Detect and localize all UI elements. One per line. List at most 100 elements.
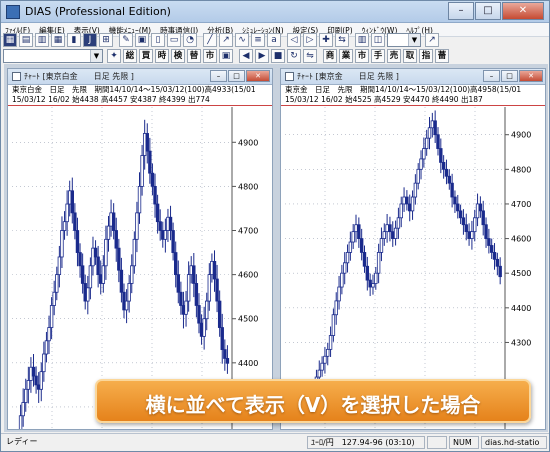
- candle-body: [470, 231, 474, 239]
- symbol-select[interactable]: ▼: [3, 49, 103, 63]
- minimize-button[interactable]: –: [448, 2, 474, 20]
- candle-body: [475, 203, 480, 219]
- expand-icon[interactable]: ▷: [303, 33, 317, 47]
- candle-body: [55, 274, 59, 293]
- chart-info: 東京金 日足 先限 期間14/10/14～15/03/12(100)高4958(…: [281, 85, 545, 106]
- calendar-icon[interactable]: ▣: [135, 33, 149, 47]
- candle-body: [478, 203, 483, 212]
- close-button[interactable]: ✕: [519, 70, 543, 82]
- pie-icon[interactable]: ◔: [183, 33, 197, 47]
- bars-icon[interactable]: ≡: [251, 33, 265, 47]
- bar-chart-icon[interactable]: ▮: [67, 33, 81, 47]
- maximize-button[interactable]: □: [501, 70, 518, 82]
- toolbar-kanji-4[interactable]: 検: [171, 49, 185, 63]
- candle-body: [135, 212, 139, 240]
- status-server: dias.hd-statio: [481, 436, 547, 449]
- chart-window-title-bar: ﾁｬｰﾄ [東京金 日足 先限 ] – □ ✕: [281, 69, 545, 85]
- save-icon[interactable]: ▣: [219, 49, 233, 63]
- candle-body: [456, 203, 460, 212]
- candle-body: [26, 380, 31, 390]
- candle-body: [88, 265, 93, 289]
- minimize-button[interactable]: –: [210, 70, 227, 82]
- tile-icon[interactable]: ▥: [355, 33, 369, 47]
- candle-body: [371, 283, 375, 288]
- minimize-button[interactable]: –: [483, 70, 500, 82]
- toolbar-kanji-3[interactable]: 時: [155, 49, 169, 63]
- toolbar-kanji-12[interactable]: 取: [403, 49, 417, 63]
- crosshair-icon[interactable]: ✚: [319, 33, 333, 47]
- toolbar-kanji-5[interactable]: 替: [187, 49, 201, 63]
- close-button[interactable]: ✕: [246, 70, 270, 82]
- quote-board-icon[interactable]: ▤: [19, 33, 33, 47]
- document-icon[interactable]: ▭: [167, 33, 181, 47]
- maximize-button[interactable]: □: [475, 2, 501, 20]
- shrink-icon[interactable]: ◁: [287, 33, 301, 47]
- candle-body: [44, 340, 49, 355]
- chart-window-icon[interactable]: ▦: [3, 33, 17, 47]
- candle-body: [323, 355, 327, 364]
- price-table-icon[interactable]: ▥: [35, 33, 49, 47]
- candle-body: [376, 252, 381, 274]
- toolbar-kanji-11[interactable]: 売: [387, 49, 401, 63]
- y-tick-label: 4500: [511, 269, 531, 278]
- candle-body: [174, 252, 178, 276]
- candle-body: [405, 196, 409, 205]
- candle-body: [78, 252, 82, 267]
- line-tool-icon[interactable]: ↗: [219, 33, 233, 47]
- trend-line-icon[interactable]: ╱: [203, 33, 217, 47]
- chevron-down-icon[interactable]: ▼: [90, 50, 102, 62]
- candle-body: [354, 224, 358, 233]
- chevron-down-icon[interactable]: ▼: [408, 34, 420, 46]
- compare-icon[interactable]: ⇆: [335, 33, 349, 47]
- toolbar-kanji-13[interactable]: 指: [419, 49, 433, 63]
- candle-body: [65, 203, 69, 223]
- maximize-button[interactable]: □: [228, 70, 245, 82]
- refresh-icon[interactable]: ↻: [287, 49, 301, 63]
- prev-icon[interactable]: ◀: [239, 49, 253, 63]
- split-icon[interactable]: ⇋: [303, 49, 317, 63]
- pin-icon[interactable]: ✦: [107, 49, 121, 63]
- toolbar-kanji-14[interactable]: 薔: [435, 49, 449, 63]
- close-button[interactable]: ✕: [502, 2, 544, 20]
- candle-body: [427, 127, 432, 139]
- cascade-icon[interactable]: ◫: [371, 33, 385, 47]
- candle-body: [192, 265, 196, 284]
- candle-body: [93, 247, 98, 258]
- candle-body: [171, 230, 175, 253]
- candle-body: [487, 238, 491, 246]
- arrow-icon[interactable]: ↗: [425, 33, 439, 47]
- candle-body: [444, 168, 449, 177]
- toolbar-kanji-7[interactable]: 商: [323, 49, 337, 63]
- candle-body: [47, 327, 51, 342]
- order-icon[interactable]: J: [83, 33, 97, 47]
- candle-body: [52, 291, 56, 306]
- candle-body: [413, 182, 418, 198]
- candle-body: [148, 150, 152, 174]
- toolbar-kanji-6[interactable]: 市: [203, 49, 217, 63]
- grid-view-icon[interactable]: ▦: [51, 33, 65, 47]
- candle-body: [337, 286, 341, 302]
- clipboard-icon[interactable]: ▯: [151, 33, 165, 47]
- candle-body: [24, 388, 28, 403]
- pen-icon[interactable]: ✎: [119, 33, 133, 47]
- candle-body: [163, 230, 168, 240]
- toolbar-kanji-10[interactable]: 手: [371, 49, 385, 63]
- period-select[interactable]: ▼: [387, 33, 421, 47]
- candle-body: [450, 182, 454, 198]
- next-icon[interactable]: ▶: [255, 49, 269, 63]
- candle-body: [410, 196, 415, 212]
- wave-icon[interactable]: ∿: [235, 33, 249, 47]
- toolbar-kanji-1[interactable]: 総: [123, 49, 137, 63]
- text-icon[interactable]: a: [267, 33, 281, 47]
- table-icon[interactable]: ⊞: [99, 33, 113, 47]
- chart-window-platinum[interactable]: ﾁｬｰﾄ [東京白金 日足 先限 ] – □ ✕ 東京白金 日足 先限 期間14…: [7, 68, 273, 430]
- toolbar-kanji-9[interactable]: 市: [355, 49, 369, 63]
- toolbar-kanji-2[interactable]: 買: [139, 49, 153, 63]
- toolbar-kanji-8[interactable]: 業: [339, 49, 353, 63]
- stop-icon[interactable]: ■: [271, 49, 285, 63]
- window-controls: – □ ✕: [447, 2, 544, 20]
- chart-window-icon: [12, 72, 21, 81]
- callout-text: 横に並べて表示（V）を選択した場合: [145, 393, 481, 417]
- chart-window-gold[interactable]: ﾁｬｰﾄ [東京金 日足 先限 ] – □ ✕ 東京金 日足 先限 期間14/1…: [280, 68, 546, 430]
- candle-body: [49, 305, 54, 328]
